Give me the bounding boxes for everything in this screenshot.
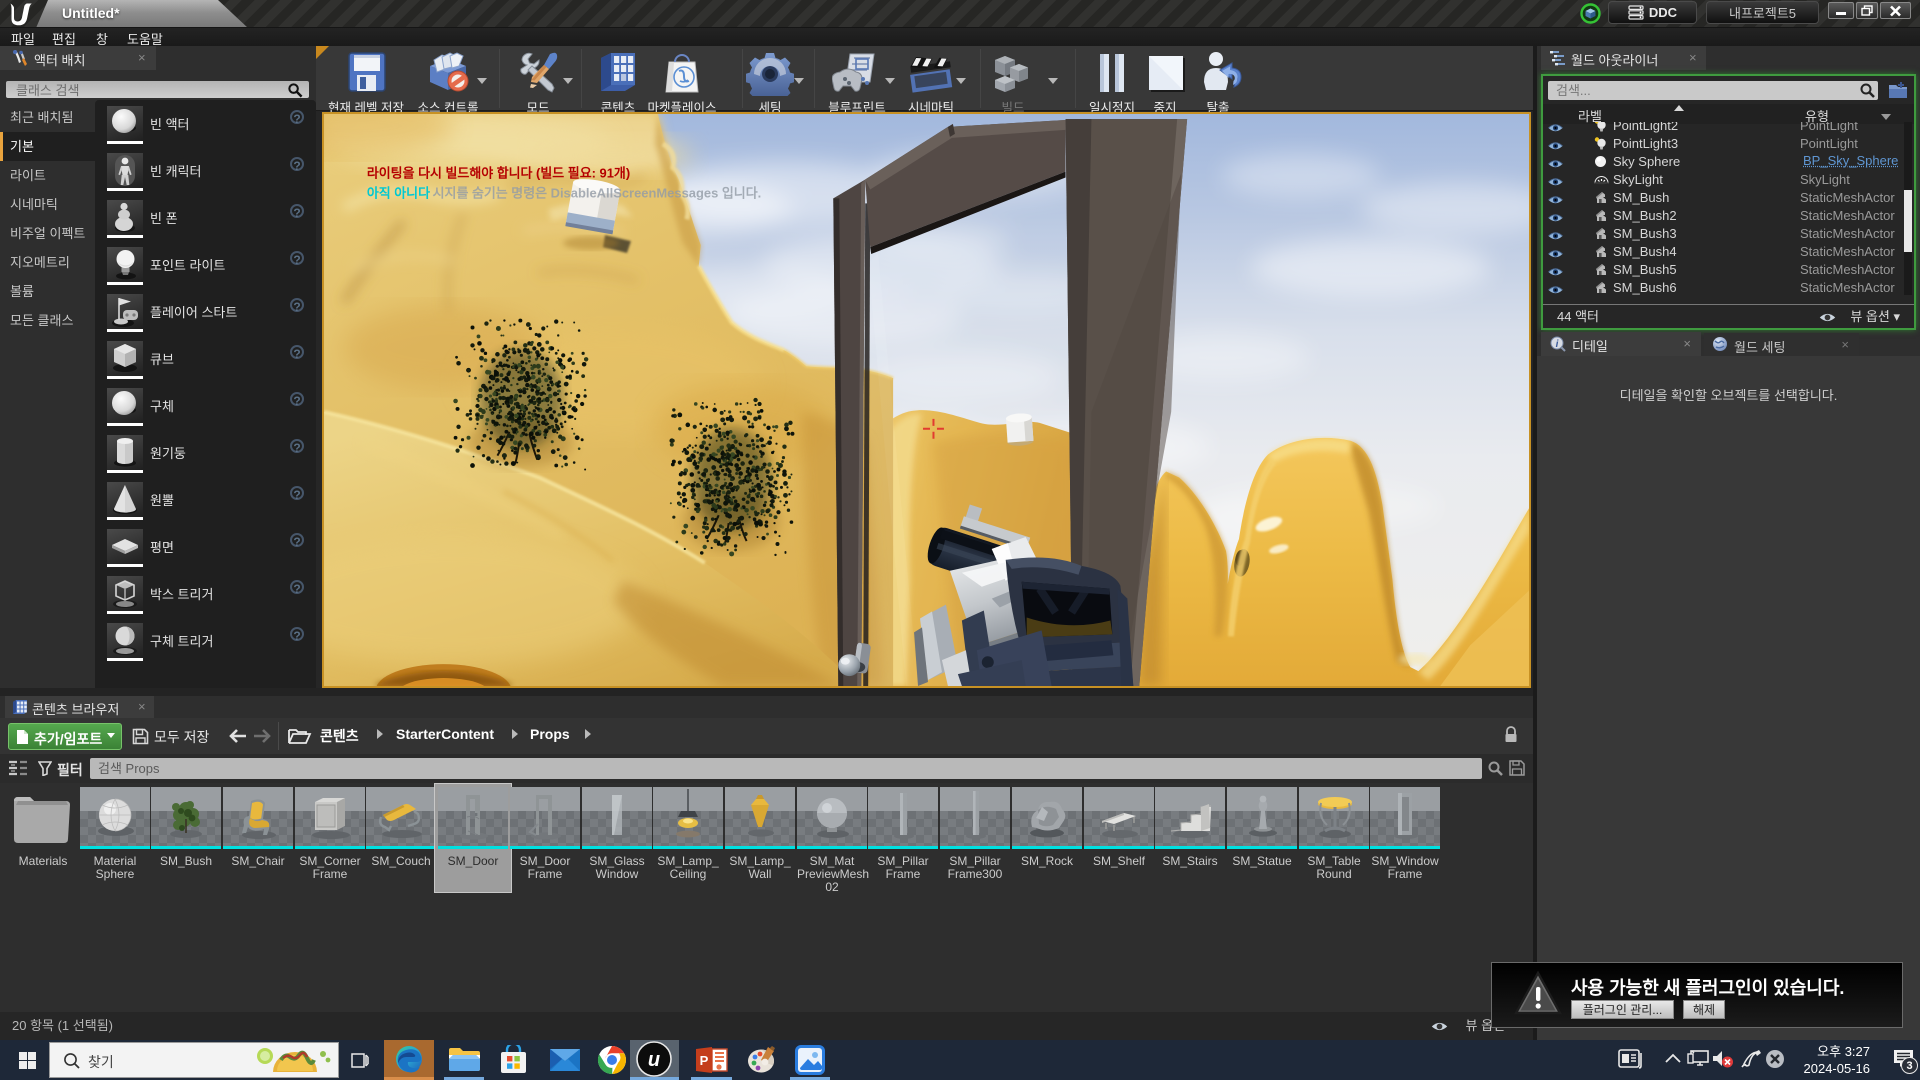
- svg-text:u: u: [648, 1049, 660, 1071]
- svg-text:시지를 숨기는 명령은 DisableAllScreenMe: 시지를 숨기는 명령은 DisableAllScreenMessages 입니다…: [433, 185, 762, 200]
- svg-text:라이팅을 다시 빌드해야 합니다 (빌드 필요: 91개): 라이팅을 다시 빌드해야 합니다 (빌드 필요: 91개): [367, 166, 630, 181]
- svg-text:i: i: [1556, 339, 1559, 350]
- svg-text:아직 아니다: 아직 아니다: [367, 185, 430, 200]
- svg-text:P: P: [700, 1053, 709, 1068]
